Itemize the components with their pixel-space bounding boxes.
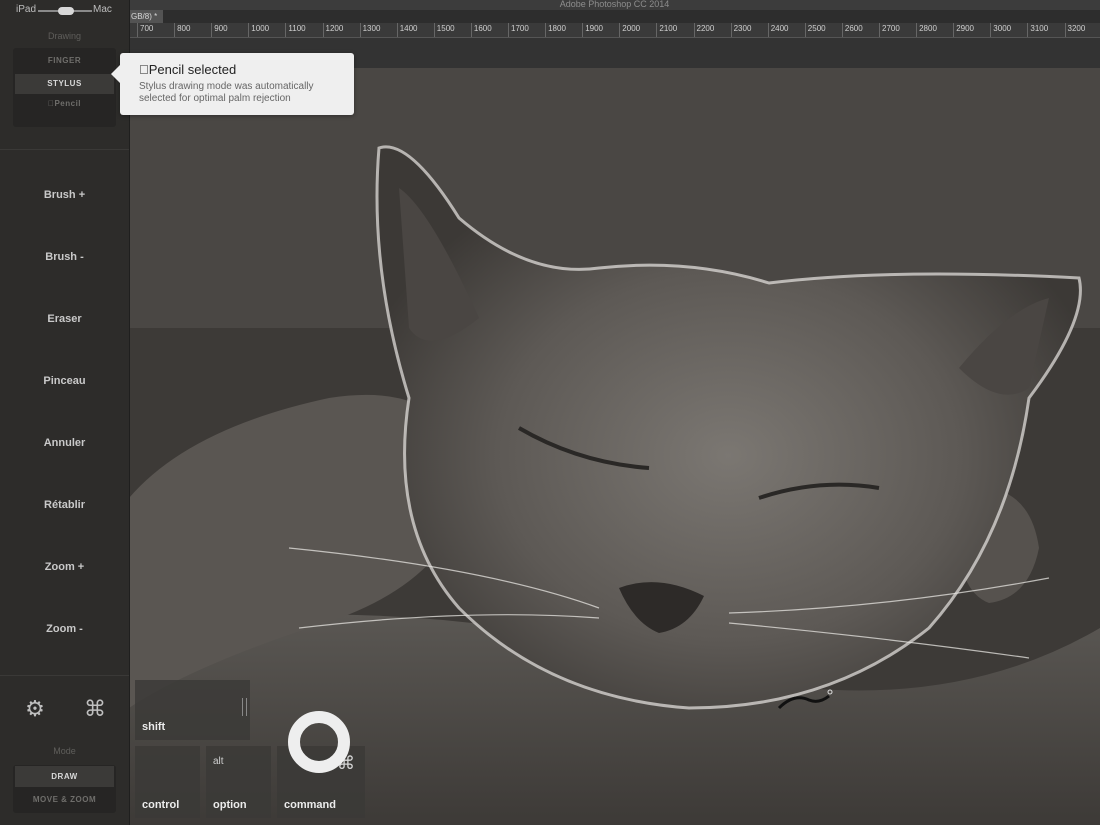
tooltip-body: Stylus drawing mode was automatically se… bbox=[139, 81, 314, 104]
shift-key-label: shift bbox=[142, 721, 166, 733]
ruler-tick: 1300 bbox=[359, 23, 380, 37]
ruler-tick-label: 900 bbox=[214, 24, 228, 33]
ruler-tick-label: 3200 bbox=[1067, 24, 1086, 33]
command-key-label: command bbox=[284, 799, 336, 811]
mode-label: Mode bbox=[53, 746, 76, 756]
ruler-tick: 800 bbox=[174, 23, 190, 37]
ruler-tick: 1700 bbox=[508, 23, 529, 37]
apple-icon:  bbox=[139, 62, 149, 77]
ruler-tick: 1100 bbox=[285, 23, 306, 37]
ruler-tick: 1000 bbox=[248, 23, 269, 37]
ruler-tick-label: 1300 bbox=[362, 24, 381, 33]
zoom-minus-button[interactable]: Zoom - bbox=[0, 614, 129, 644]
ruler-tick-label: 1800 bbox=[548, 24, 566, 33]
mac-label: Mac bbox=[93, 4, 112, 15]
ruler-tick-label: 2100 bbox=[659, 24, 678, 33]
move-zoom-option[interactable]: MOVE & ZOOM bbox=[15, 789, 114, 810]
ruler-tick: 900 bbox=[211, 23, 228, 37]
brush-minus-button[interactable]: Brush - bbox=[0, 242, 129, 272]
control-key-label: control bbox=[142, 799, 180, 811]
ruler-tick-label: 1900 bbox=[585, 24, 603, 33]
sidebar-divider bbox=[0, 149, 129, 150]
photoshop-title: Adobe Photoshop CC 2014 bbox=[129, 0, 1100, 10]
ruler-tick: 2900 bbox=[953, 23, 974, 37]
ruler-tick-label: 3100 bbox=[1030, 24, 1049, 33]
ruler-tick-label: 3000 bbox=[993, 24, 1012, 33]
touch-indicator-ring bbox=[288, 711, 350, 773]
ruler-tick-label: 2400 bbox=[770, 24, 789, 33]
ruler-tick-label: 1000 bbox=[251, 24, 270, 33]
alt-label: alt bbox=[213, 756, 224, 767]
ruler-tick: 2300 bbox=[730, 23, 751, 37]
ruler-tick-label: 1700 bbox=[511, 24, 529, 33]
document-tab-bar bbox=[129, 10, 1100, 23]
switch-knob[interactable] bbox=[58, 7, 74, 15]
sidebar-divider bbox=[0, 675, 129, 676]
option-key-label: option bbox=[213, 799, 247, 811]
ruler-tick-label: 2200 bbox=[696, 24, 715, 33]
pinceau-button[interactable]: Pinceau bbox=[0, 366, 129, 396]
ruler-tick-label: 1600 bbox=[473, 24, 492, 33]
ruler-tick: 3200 bbox=[1064, 23, 1085, 37]
ruler-tick: 1400 bbox=[396, 23, 417, 37]
ipad-label: iPad bbox=[16, 4, 37, 15]
ruler-tick: 3100 bbox=[1027, 23, 1048, 37]
ruler-tick: 700 bbox=[137, 23, 153, 37]
retablir-button[interactable]: Rétablir bbox=[0, 490, 129, 520]
ruler-tick: 1600 bbox=[470, 23, 492, 37]
draw-mode-group: DRAW MOVE & ZOOM bbox=[13, 765, 116, 813]
ruler-tick: 2700 bbox=[879, 23, 900, 37]
drag-handle-icon[interactable] bbox=[242, 698, 247, 716]
ruler-tick: 2200 bbox=[693, 23, 714, 37]
tooltip-title: Pencil selected bbox=[139, 62, 236, 77]
ruler-tick: 1900 bbox=[582, 23, 603, 37]
ruler-tick-label: 2300 bbox=[733, 24, 752, 33]
pencil-tooltip: Pencil selected Stylus drawing mode was… bbox=[111, 53, 354, 115]
ruler-tick-label: 2500 bbox=[807, 24, 826, 33]
ruler-tick-label: 1400 bbox=[399, 24, 418, 33]
zoom-plus-button[interactable]: Zoom + bbox=[0, 552, 129, 582]
option-key[interactable]: alt option bbox=[206, 746, 271, 818]
ruler-tick-label: 800 bbox=[177, 24, 191, 33]
ruler-tick-label: 1200 bbox=[325, 24, 344, 33]
draw-option[interactable]: DRAW bbox=[15, 766, 114, 787]
cat-photo bbox=[129, 68, 1100, 825]
ruler-tick-label: 1500 bbox=[436, 24, 455, 33]
ruler-tick-label: 2800 bbox=[919, 24, 937, 33]
ruler-tick: 2800 bbox=[916, 23, 937, 37]
horizontal-ruler: 700 800 900 1000 1100 1200 1300 1400 1500 1600 170… bbox=[129, 23, 1100, 38]
ruler-tick-label: 2900 bbox=[956, 24, 974, 33]
command-icon[interactable]: ⌘ bbox=[82, 696, 108, 722]
device-switch[interactable]: iPad Mac bbox=[0, 4, 129, 18]
ruler-tick-label: 1100 bbox=[288, 24, 306, 33]
brush-plus-button[interactable]: Brush + bbox=[0, 180, 129, 210]
document-tab[interactable]: GB/8) * bbox=[129, 10, 164, 23]
shift-key[interactable]: shift bbox=[135, 680, 250, 740]
input-mode-group: FINGER STYLUS Pencil bbox=[13, 48, 116, 127]
finger-option[interactable]: FINGER bbox=[15, 51, 114, 71]
control-key[interactable]: control bbox=[135, 746, 200, 818]
drawing-label: Drawing bbox=[47, 31, 81, 41]
ruler-tick: 2400 bbox=[767, 23, 788, 37]
ruler-tick: 1200 bbox=[322, 23, 343, 37]
annuler-button[interactable]: Annuler bbox=[0, 428, 129, 458]
ruler-tick: 2100 bbox=[656, 23, 677, 37]
ruler-tick: 1800 bbox=[545, 23, 566, 37]
pencil-option[interactable]: Pencil bbox=[15, 94, 114, 114]
ruler-tick-label: 2700 bbox=[882, 24, 900, 33]
ruler-tick-label: 2600 bbox=[844, 24, 863, 33]
gear-icon[interactable]: ⚙ bbox=[22, 696, 48, 722]
ruler-tick: 2500 bbox=[804, 23, 826, 37]
ruler-tick: 1500 bbox=[433, 23, 455, 37]
stylus-option[interactable]: STYLUS bbox=[15, 74, 114, 94]
eraser-button[interactable]: Eraser bbox=[0, 304, 129, 334]
ruler-tick: 2000 bbox=[619, 23, 640, 37]
astropad-sidebar: iPad Mac Drawing FINGER STYLUS Pencil B… bbox=[0, 0, 130, 825]
photo-canvas[interactable] bbox=[129, 68, 1100, 825]
ruler-tick-label: 700 bbox=[140, 24, 154, 33]
ruler-tick: 2600 bbox=[841, 23, 863, 37]
ruler-tick-label: 2000 bbox=[622, 24, 641, 33]
ruler-tick: 3000 bbox=[990, 23, 1011, 37]
